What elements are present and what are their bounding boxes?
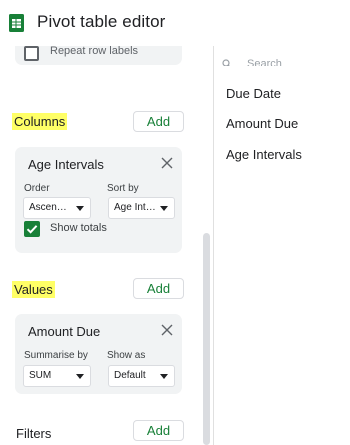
summarise-by-value: SUM <box>29 370 52 381</box>
filters-section-label: Filters <box>16 426 52 441</box>
close-icon[interactable] <box>161 157 173 169</box>
editor-title: Pivot table editor <box>37 12 166 31</box>
values-section-label: Values <box>12 281 55 298</box>
chevron-down-icon <box>160 374 168 379</box>
show-totals-label: Show totals <box>50 222 107 234</box>
chevron-down-icon <box>76 206 84 211</box>
repeat-row-labels-checkbox[interactable] <box>24 46 39 61</box>
columns-add-button[interactable]: Add <box>133 111 184 132</box>
summarise-by-select[interactable]: SUM <box>23 365 91 387</box>
scrollbar-thumb[interactable] <box>203 233 210 445</box>
field-search[interactable]: Search <box>214 46 324 66</box>
field-item[interactable]: Amount Due <box>226 116 298 131</box>
column-card-age-intervals: Age Intervals Order Ascen… Sort by Age I… <box>15 147 182 253</box>
show-as-label: Show as <box>107 350 146 361</box>
show-totals-checkbox[interactable] <box>24 221 40 237</box>
value-card-title: Amount Due <box>28 324 101 339</box>
columns-section-label: Columns <box>12 113 68 130</box>
sort-by-select[interactable]: Age Int… <box>108 197 175 219</box>
sort-by-label: Sort by <box>107 183 139 194</box>
search-placeholder: Search <box>247 58 282 66</box>
order-select[interactable]: Ascen… <box>23 197 91 219</box>
sort-by-value: Age Int… <box>114 202 156 213</box>
show-as-select[interactable]: Default <box>108 365 175 387</box>
order-value: Ascen… <box>29 202 67 213</box>
column-card-title: Age Intervals <box>28 157 104 172</box>
value-card-amount-due: Amount Due Summarise by SUM Show as Defa… <box>15 314 182 394</box>
repeat-row-labels-label: Repeat row labels <box>50 46 139 57</box>
show-as-value: Default <box>114 370 146 381</box>
checkmark-icon <box>26 225 38 234</box>
sheets-icon <box>9 14 24 32</box>
field-item[interactable]: Age Intervals <box>226 147 302 162</box>
summarise-by-label: Summarise by <box>24 350 88 361</box>
values-add-button[interactable]: Add <box>133 278 184 299</box>
fields-panel: Search Due Date Amount Due Age Intervals <box>213 46 350 445</box>
chevron-down-icon <box>76 374 84 379</box>
order-label: Order <box>24 183 50 194</box>
search-icon <box>222 59 230 66</box>
close-icon[interactable] <box>161 324 173 336</box>
scrollbar[interactable] <box>203 233 210 445</box>
chevron-down-icon <box>160 206 168 211</box>
rows-card: Repeat row labels <box>15 46 182 65</box>
pivot-settings-panel: Repeat row labels Columns Add Age Interv… <box>0 46 213 445</box>
field-item[interactable]: Due Date <box>226 86 281 101</box>
filters-add-button[interactable]: Add <box>133 420 184 441</box>
editor-header: Pivot table editor <box>0 0 350 46</box>
